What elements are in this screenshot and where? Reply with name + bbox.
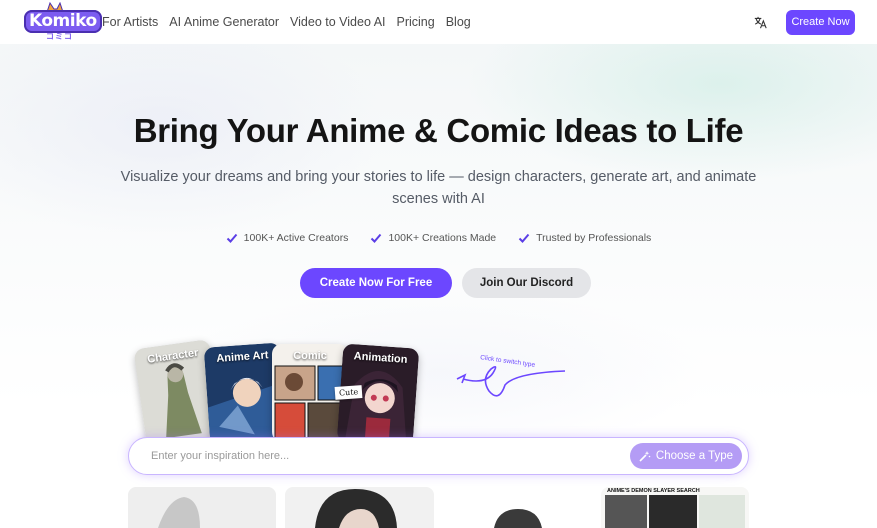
inspiration-input[interactable] [151, 450, 611, 462]
hero-title: Bring Your Anime & Comic Ideas to Life [133, 112, 744, 149]
top-nav-bar: Komiko コミコ For Artists AI Anime Generato… [0, 0, 877, 44]
choose-type-button[interactable]: Choose a Type [630, 443, 742, 469]
gallery-thumb-1[interactable] [128, 487, 276, 528]
hero-cta-row: Create Now For Free Join Our Discord [0, 268, 877, 298]
badge-label: 100K+ Creations Made [388, 232, 497, 244]
type-card-label: Comic [293, 350, 327, 362]
check-icon [226, 233, 237, 243]
gallery-thumb-4[interactable]: ANIME'S DEMON SLAYER SEARCH [601, 487, 749, 528]
gallery-caption: ANIME'S DEMON SLAYER SEARCH [607, 488, 700, 494]
magic-wand-icon [639, 451, 651, 462]
brand-logo[interactable]: Komiko コミコ [24, 2, 102, 42]
cute-tag-label: Cute [334, 385, 363, 400]
nav-link-video-to-video[interactable]: Video to Video AI [290, 15, 385, 29]
badge-label: 100K+ Active Creators [243, 232, 349, 244]
badge-active-creators: 100K+ Active Creators [226, 232, 349, 244]
header-actions: Create Now [752, 9, 855, 35]
badge-trusted-professionals: Trusted by Professionals [518, 232, 651, 244]
nav-link-ai-anime-generator[interactable]: AI Anime Generator [169, 15, 279, 29]
main-nav: For Artists AI Anime Generator Video to … [102, 15, 471, 29]
check-icon [371, 233, 382, 243]
gallery-thumb-2[interactable] [285, 487, 434, 528]
hero-subtitle: Visualize your dreams and bring your sto… [120, 169, 757, 207]
join-discord-button[interactable]: Join Our Discord [462, 268, 591, 298]
header-create-now-button[interactable]: Create Now [786, 9, 855, 35]
nav-link-pricing[interactable]: Pricing [397, 15, 435, 29]
gallery-thumb-art [494, 509, 542, 528]
gallery-thumb-art [315, 489, 397, 528]
inspiration-search-bar: Choose a Type [128, 437, 749, 475]
nav-link-for-artists[interactable]: For Artists [102, 15, 158, 29]
translate-icon[interactable] [752, 14, 768, 30]
create-now-free-button[interactable]: Create Now For Free [300, 268, 452, 298]
gallery-thumb-art [158, 497, 200, 528]
check-icon [518, 233, 530, 243]
badge-creations-made: 100K+ Creations Made [370, 232, 496, 244]
brand-subtitle: コミコ [46, 32, 73, 41]
nav-link-blog[interactable]: Blog [446, 15, 471, 29]
choose-type-label: Choose a Type [655, 450, 734, 462]
gallery-thumb-3[interactable] [444, 487, 592, 528]
badge-label: Trusted by Professionals [536, 232, 652, 244]
brand-wordmark: Komiko [24, 10, 102, 33]
trust-badges: 100K+ Active Creators 100K+ Creations Ma… [0, 232, 877, 244]
